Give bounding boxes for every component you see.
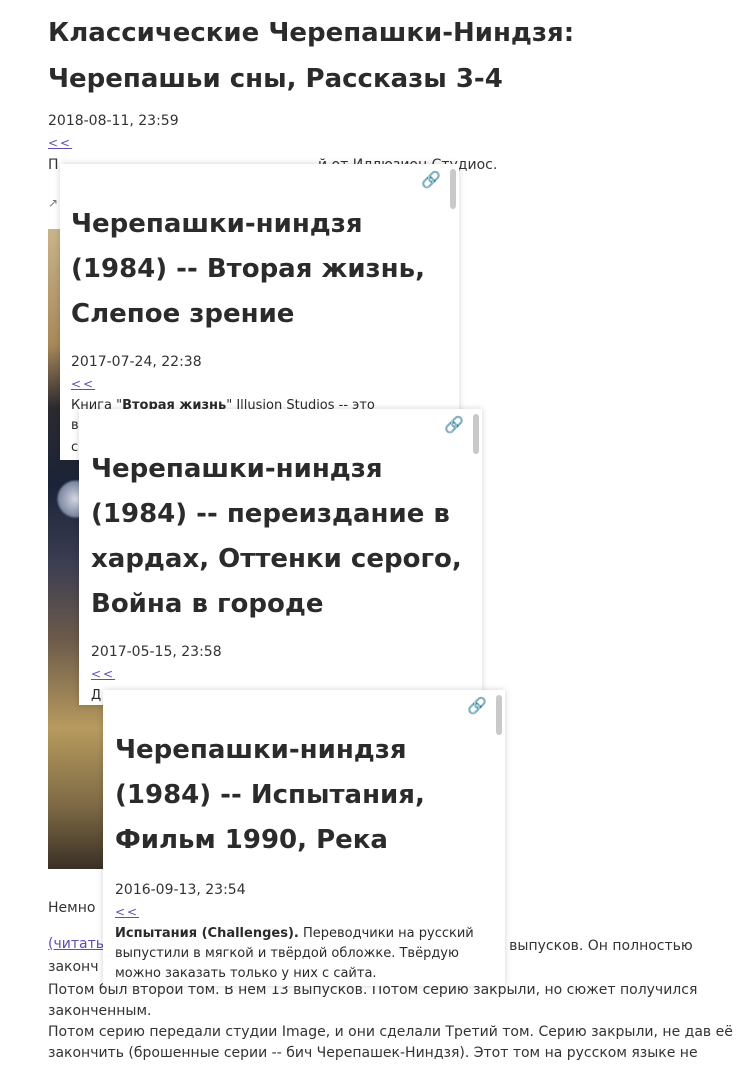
volume3-line-b: закончить (брошенные серии -- бич Черепа… <box>48 1045 698 1061</box>
popup-scrollbar[interactable] <box>473 414 479 454</box>
popup-text-line3: с <box>71 440 79 455</box>
popup-scrollbar[interactable] <box>496 695 502 735</box>
share-icon[interactable]: ↗ <box>48 196 58 210</box>
volume2-line-b: законченным. <box>48 1003 152 1019</box>
intro-text: Немно <box>48 900 96 916</box>
chain-link-icon[interactable]: 🔗 <box>421 170 441 189</box>
popup-text: Д <box>91 688 102 703</box>
popup-title[interactable]: Черепашки-ниндзя (1984) -- переиздание в… <box>91 447 471 627</box>
read-more-link[interactable]: (читать <box>48 936 104 952</box>
article-date: 2018-08-11, 23:59 <box>48 113 179 129</box>
popup-back-link[interactable]: << <box>91 667 115 681</box>
paragraph-fragment: то выпусков. Он полностью <box>488 938 693 954</box>
popup-title[interactable]: Черепашки-ниндзя (1984) -- Вторая жизнь,… <box>71 202 441 337</box>
popup-date: 2016-09-13, 23:54 <box>115 882 246 898</box>
popup-back-link[interactable]: << <box>115 905 139 919</box>
popup-text: Испытания (Challenges). Переводчики на р… <box>115 924 485 984</box>
chain-link-icon[interactable]: 🔗 <box>467 696 487 715</box>
popup-title[interactable]: Черепашки-ниндзя (1984) -- Испытания, Фи… <box>115 728 475 863</box>
popup-back-link[interactable]: << <box>71 377 95 391</box>
preview-popup-challenges[interactable]: 🔗 Черепашки-ниндзя (1984) -- Испытания, … <box>103 690 505 986</box>
popup-date: 2017-05-15, 23:58 <box>91 644 222 660</box>
popup-text-bold: Испытания (Challenges). <box>115 926 299 941</box>
paragraph-fragment-left: законч <box>48 959 99 975</box>
preview-popup-hardcover-reissue[interactable]: 🔗 Черепашки-ниндзя (1984) -- переиздание… <box>79 409 482 705</box>
chain-link-icon[interactable]: 🔗 <box>444 415 464 434</box>
popup-scrollbar[interactable] <box>450 169 456 209</box>
popup-text-line2: в <box>71 418 79 433</box>
popup-date: 2017-07-24, 22:38 <box>71 354 202 370</box>
volume3-line-a: Потом серию передали студии Image, и они… <box>48 1024 733 1040</box>
intro-line-start: П <box>48 157 59 173</box>
page-title: Классические Черепашки-Ниндзя: Черепашьи… <box>48 18 575 94</box>
back-link[interactable]: << <box>48 136 72 150</box>
